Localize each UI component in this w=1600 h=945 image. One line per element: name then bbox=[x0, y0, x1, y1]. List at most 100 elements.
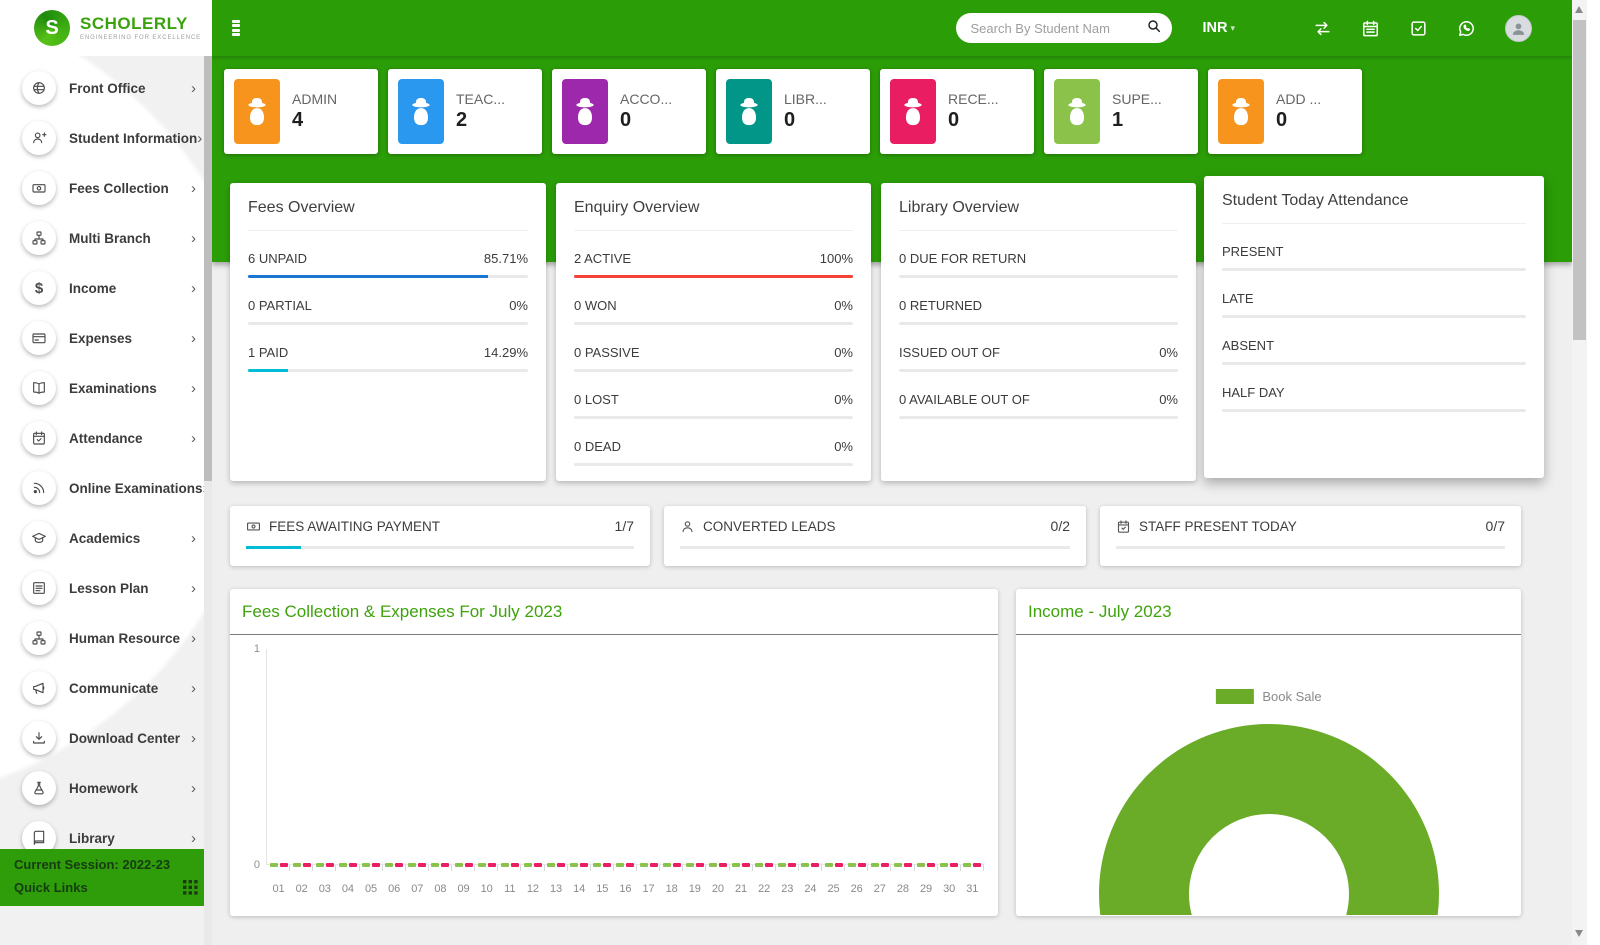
user-avatar[interactable] bbox=[1505, 15, 1532, 42]
sidebar-item-income[interactable]: $ Income › bbox=[0, 263, 212, 313]
grid-menu-icon[interactable] bbox=[183, 880, 198, 895]
chevron-right-icon: › bbox=[191, 630, 198, 647]
chevron-right-icon: › bbox=[191, 580, 198, 597]
sidebar-item-expenses[interactable]: Expenses › bbox=[0, 313, 212, 363]
overview-row-present: PRESENT bbox=[1222, 244, 1526, 271]
bar-day: 21 bbox=[730, 643, 753, 911]
brand-name: SCHOLERLY bbox=[80, 15, 201, 32]
sidebar-item-multi-branch[interactable]: Multi Branch › bbox=[0, 213, 212, 263]
bar-day: 08 bbox=[429, 643, 452, 911]
banknote-icon bbox=[246, 519, 261, 534]
charts-row: Fees Collection & Expenses For July 2023… bbox=[230, 589, 1572, 916]
page-scrollbar-thumb[interactable] bbox=[1573, 20, 1586, 340]
stat-card-super-admin[interactable]: SUPE...1 bbox=[1044, 69, 1198, 154]
y-axis-tick: 0 bbox=[238, 859, 260, 871]
bar-day: 02 bbox=[290, 643, 313, 911]
converted-leads-card[interactable]: CONVERTED LEADS 0/2 bbox=[664, 506, 1086, 566]
currency-selector[interactable]: INR▾ bbox=[1202, 20, 1235, 36]
sidebar-item-communicate[interactable]: Communicate › bbox=[0, 663, 212, 713]
student-search bbox=[956, 13, 1172, 43]
user-secret-icon bbox=[1054, 79, 1100, 144]
y-axis-tick: 1 bbox=[238, 643, 260, 655]
sidebar-item-fees-collection[interactable]: Fees Collection › bbox=[0, 163, 212, 213]
scroll-up-arrow-icon[interactable] bbox=[1575, 6, 1583, 13]
sidebar-item-front-office[interactable]: Front Office › bbox=[0, 63, 212, 113]
swap-icon[interactable] bbox=[1313, 19, 1332, 38]
sidebar-item-student-information[interactable]: Student Information › bbox=[0, 113, 212, 163]
bar-day: 25 bbox=[822, 643, 845, 911]
overview-row-issued: ISSUED OUT OF0% bbox=[899, 345, 1178, 372]
sidebar-item-academics[interactable]: Academics › bbox=[0, 513, 212, 563]
stat-card-librarian[interactable]: LIBR...0 bbox=[716, 69, 870, 154]
bar-day: 14 bbox=[568, 643, 591, 911]
task-check-icon[interactable] bbox=[1409, 19, 1428, 38]
income-icon: $ bbox=[22, 271, 56, 305]
sidebar-item-human-resource[interactable]: Human Resource › bbox=[0, 613, 212, 663]
whatsapp-icon[interactable] bbox=[1457, 19, 1476, 38]
fees-expenses-chart-card: Fees Collection & Expenses For July 2023… bbox=[230, 589, 998, 916]
bar-day: 05 bbox=[360, 643, 383, 911]
bar-day: 12 bbox=[521, 643, 544, 911]
card-title: Enquiry Overview bbox=[574, 199, 853, 231]
sidebar-item-online-examinations[interactable]: Online Examinations › bbox=[0, 463, 212, 513]
sidebar-scrollbar-thumb[interactable] bbox=[204, 56, 212, 481]
sidebar-item-homework[interactable]: Homework › bbox=[0, 763, 212, 813]
brand-logo[interactable]: S SCHOLERLY ENGINEERING FOR EXCELLENCE bbox=[0, 0, 212, 56]
bar-day: 15 bbox=[591, 643, 614, 911]
multi-branch-icon bbox=[22, 221, 56, 255]
person-icon bbox=[680, 519, 695, 534]
chevron-right-icon: › bbox=[191, 680, 198, 697]
attendance-icon bbox=[22, 421, 56, 455]
sidebar-menu: Front Office › Student Information › Fee… bbox=[0, 56, 212, 863]
chevron-right-icon: › bbox=[191, 180, 198, 197]
sidebar-item-download-center[interactable]: Download Center › bbox=[0, 713, 212, 763]
academics-icon bbox=[22, 521, 56, 555]
stat-card-admin[interactable]: ADMIN4 bbox=[224, 69, 378, 154]
donut-chart: Book Sale bbox=[1016, 635, 1521, 915]
stat-card-receptionist[interactable]: RECE...0 bbox=[880, 69, 1034, 154]
bar-day: 19 bbox=[683, 643, 706, 911]
staff-stats-row: ADMIN4 TEAC...2 ACCO...0 LIBR...0 RECE..… bbox=[224, 69, 1572, 154]
sidebar-item-lesson-plan[interactable]: Lesson Plan › bbox=[0, 563, 212, 613]
calendar-icon[interactable] bbox=[1361, 19, 1380, 38]
topbar: INR▾ bbox=[212, 0, 1572, 56]
sidebar: S SCHOLERLY ENGINEERING FOR EXCELLENCE F… bbox=[0, 0, 212, 945]
staff-present-today-card[interactable]: STAFF PRESENT TODAY 0/7 bbox=[1100, 506, 1521, 566]
bar-day: 06 bbox=[383, 643, 406, 911]
search-input[interactable] bbox=[970, 21, 1146, 36]
hamburger-menu-icon[interactable] bbox=[232, 20, 240, 36]
user-secret-icon bbox=[890, 79, 936, 144]
fees-collection-icon bbox=[22, 171, 56, 205]
chevron-right-icon: › bbox=[191, 730, 198, 747]
legend-swatch bbox=[1215, 689, 1253, 704]
brand-tagline: ENGINEERING FOR EXCELLENCE bbox=[80, 35, 201, 41]
bar-day: 18 bbox=[660, 643, 683, 911]
search-icon[interactable] bbox=[1146, 18, 1162, 39]
sidebar-item-examinations[interactable]: Examinations › bbox=[0, 363, 212, 413]
stat-card-teacher[interactable]: TEAC...2 bbox=[388, 69, 542, 154]
scroll-down-arrow-icon[interactable] bbox=[1575, 930, 1583, 937]
stat-card-additional[interactable]: ADD ...0 bbox=[1208, 69, 1362, 154]
overview-row-lost: 0 LOST0% bbox=[574, 392, 853, 419]
bar-chart-days: 0102030405060708091011121314151617181920… bbox=[267, 643, 984, 911]
overview-row-returned: 0 RETURNED bbox=[899, 298, 1178, 325]
fees-awaiting-payment-card[interactable]: FEES AWAITING PAYMENT 1/7 bbox=[230, 506, 650, 566]
page-scrollbar[interactable] bbox=[1572, 0, 1587, 945]
user-secret-icon bbox=[562, 79, 608, 144]
bar-day: 11 bbox=[498, 643, 521, 911]
bar-day: 09 bbox=[452, 643, 475, 911]
bar-day: 16 bbox=[614, 643, 637, 911]
sidebar-item-attendance[interactable]: Attendance › bbox=[0, 413, 212, 463]
bar-day: 13 bbox=[545, 643, 568, 911]
overview-row-won: 0 WON0% bbox=[574, 298, 853, 325]
bar-day: 17 bbox=[637, 643, 660, 911]
lesson-plan-icon bbox=[22, 571, 56, 605]
donut-chart-title: Income - July 2023 bbox=[1016, 589, 1521, 634]
app-window: S SCHOLERLY ENGINEERING FOR EXCELLENCE F… bbox=[0, 0, 1600, 945]
online-examinations-icon bbox=[22, 471, 56, 505]
main-content: INR▾ ADMIN4 TEAC...2 ACCO...0 bbox=[212, 0, 1572, 945]
stat-card-accountant[interactable]: ACCO...0 bbox=[552, 69, 706, 154]
examinations-icon bbox=[22, 371, 56, 405]
overview-row-dead: 0 DEAD0% bbox=[574, 439, 853, 466]
chevron-right-icon: › bbox=[191, 780, 198, 797]
